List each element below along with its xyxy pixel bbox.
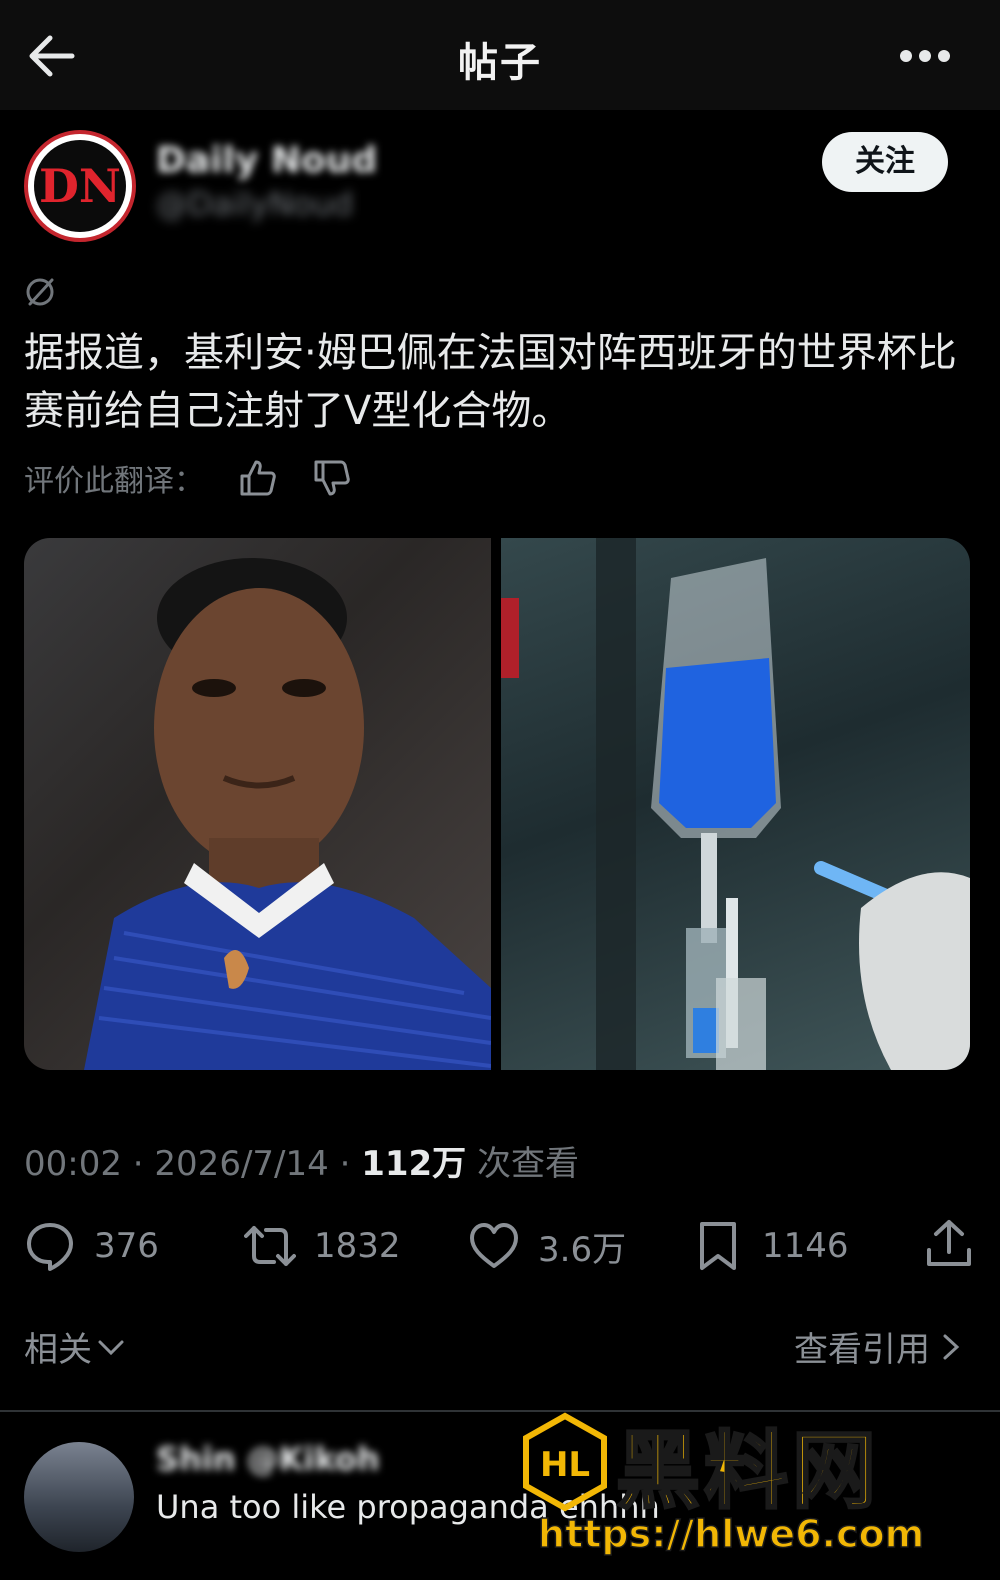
player-illustration: [84, 558, 492, 1070]
iv-bag-photo[interactable]: [501, 538, 970, 1070]
follow-button[interactable]: 关注: [822, 132, 948, 192]
watermark-logo-text: HL: [540, 1445, 590, 1485]
thumbs-down-icon[interactable]: [312, 458, 352, 498]
bookmark-action[interactable]: 1146: [692, 1216, 849, 1276]
page-title: 帖子: [458, 40, 542, 86]
chevron-right-icon: [943, 1334, 960, 1359]
like-count: 3.6万: [538, 1229, 627, 1270]
heart-icon[interactable]: [468, 1220, 520, 1272]
chevron-down-icon: [98, 1340, 124, 1355]
reply-action[interactable]: 376: [24, 1216, 159, 1276]
translated-icon: [26, 278, 54, 306]
avatar-logo-text: DN: [39, 159, 121, 213]
player-photo[interactable]: [24, 538, 492, 1070]
view-quotes-link[interactable]: 查看引用: [794, 1322, 964, 1371]
thumbs-up-icon[interactable]: [238, 458, 278, 498]
view-count-label: 次查看: [477, 1144, 579, 1184]
rate-translation-label: 评价此翻译：: [24, 464, 204, 499]
meta-separator: ·: [339, 1144, 351, 1184]
site-watermark: HL 黑料网 https://hlwe6.com: [520, 1404, 980, 1574]
repost-icon[interactable]: [244, 1220, 296, 1272]
related-row: 相关 查看引用: [24, 1322, 964, 1374]
post-media[interactable]: [24, 538, 970, 1070]
watermark-logo: HL: [523, 1412, 607, 1512]
avatar-logo: DN: [34, 140, 126, 232]
share-icon[interactable]: [924, 1218, 974, 1270]
daily-noud-logo: DN: [39, 159, 121, 213]
iv-bag-illustration: [501, 538, 970, 1070]
watermark-title: 黑料网: [614, 1421, 881, 1522]
reply-icon[interactable]: [24, 1220, 76, 1272]
reply-count: 376: [94, 1226, 159, 1266]
post-meta: 00:02 · 2026/7/14 · 112万 次查看: [24, 1136, 579, 1185]
rate-translation-row: 评价此翻译：: [24, 454, 352, 502]
watermark-url: https://hlwe6.com: [537, 1511, 925, 1557]
repost-action[interactable]: 1832: [244, 1216, 401, 1276]
post-author: DN Daily Noud @DailyNoud 关注: [0, 120, 1000, 250]
bookmark-count: 1146: [762, 1226, 849, 1266]
post-date: 2026/7/14: [154, 1144, 329, 1184]
view-quotes-label: 查看引用: [794, 1330, 930, 1370]
author-name-block[interactable]: Daily Noud @DailyNoud: [156, 140, 416, 223]
reply-author-name[interactable]: Shin @Kikoh: [156, 1440, 380, 1478]
meta-separator: ·: [132, 1144, 144, 1184]
post-text: 据报道，基利安·姆巴佩在法国对阵西班牙的世界杯比赛前给自己注射了V型化合物。: [24, 330, 957, 434]
post-time: 00:02: [24, 1144, 122, 1184]
repost-count: 1832: [314, 1226, 401, 1266]
author-display-name[interactable]: Daily Noud: [156, 140, 416, 181]
reply-avatar[interactable]: [24, 1442, 134, 1552]
related-dropdown[interactable]: 相关: [24, 1322, 126, 1371]
more-options-icon[interactable]: [900, 48, 950, 64]
bookmark-icon[interactable]: [692, 1220, 744, 1272]
action-bar: 376 1832 3.6万 1146: [24, 1216, 974, 1276]
view-count: 112万: [361, 1144, 467, 1184]
author-avatar[interactable]: DN: [24, 130, 136, 242]
author-handle[interactable]: @DailyNoud: [156, 185, 416, 223]
like-action[interactable]: 3.6万: [468, 1216, 626, 1276]
top-bar: 帖子: [0, 0, 1000, 110]
related-label: 相关: [24, 1330, 92, 1370]
